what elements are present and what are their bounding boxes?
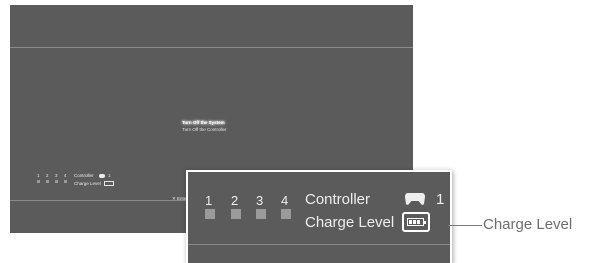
mini-port-number: 1 (37, 173, 40, 178)
mini-port-number: 4 (64, 173, 67, 178)
mini-charge-label: Charge Level (74, 181, 101, 186)
menu-item-turn-off-controller[interactable]: Turn Off the Controller (182, 126, 227, 133)
port-indicator (256, 209, 266, 219)
zoom-divider (188, 244, 450, 245)
controller-label: Controller (305, 191, 371, 208)
mini-port-indicator (46, 180, 49, 183)
mini-port-indicator (37, 180, 40, 183)
port-indicator (231, 209, 241, 219)
gamepad-icon (405, 193, 425, 205)
enter-hint: ✕ Enter (172, 196, 188, 201)
port-indicator (205, 209, 215, 219)
zoom-callout: 1 2 3 4 Controller 1 Charge Level (188, 172, 450, 263)
battery-icon (407, 218, 424, 226)
mini-charge-row: Charge Level (74, 181, 115, 187)
port-indicator (281, 209, 291, 219)
top-divider (10, 47, 413, 48)
port-number: 1 (205, 193, 213, 208)
battery-tip (424, 221, 426, 224)
charge-level-callout: Charge Level (483, 216, 573, 233)
mini-battery-icon (104, 181, 115, 187)
port-number: 3 (256, 193, 264, 208)
port-number: 2 (231, 193, 239, 208)
menu-item-turn-off-system[interactable]: Turn Off the System (182, 119, 227, 126)
charge-level-row: Charge Level (305, 214, 394, 231)
mini-port-indicator (64, 180, 67, 183)
charge-level-label: Charge Level (305, 214, 395, 231)
battery-highlight (402, 212, 430, 232)
mini-port-number: 2 (46, 173, 49, 178)
mini-controller-port: 1 (108, 173, 111, 178)
port-number: 4 (281, 193, 289, 208)
mini-controller-row: Controller 1 (74, 173, 111, 178)
controller-port-number: 1 (436, 191, 445, 208)
mini-gamepad-icon (98, 173, 105, 178)
controller-row: Controller 1 (305, 191, 444, 208)
callout-leader-line (448, 225, 482, 226)
mini-port-number: 3 (55, 173, 58, 178)
mini-controller-label: Controller (74, 173, 94, 178)
power-menu: Turn Off the System Turn Off the Control… (182, 119, 227, 133)
mini-port-indicator (55, 180, 58, 183)
